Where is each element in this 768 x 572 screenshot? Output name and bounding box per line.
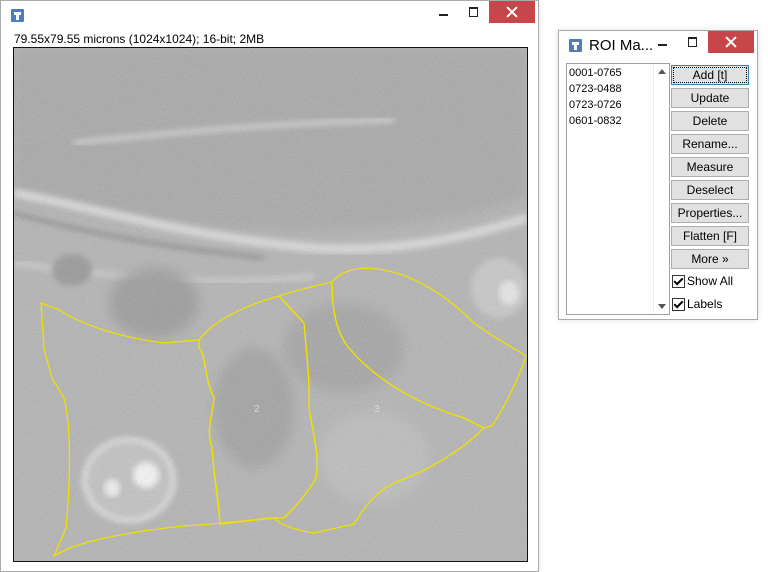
add-button[interactable]: Add [t] bbox=[671, 65, 749, 85]
image-info: 79.55x79.55 microns (1024x1024); 16-bit;… bbox=[14, 32, 265, 46]
labels-label: Labels bbox=[687, 297, 723, 311]
close-button[interactable] bbox=[489, 1, 535, 23]
roi-label-2: 2 bbox=[254, 404, 260, 415]
properties-button[interactable]: Properties... bbox=[671, 203, 749, 223]
roi-list-scrollbar[interactable] bbox=[653, 64, 669, 314]
roi-list-item[interactable]: 0723-0726 bbox=[569, 98, 622, 113]
checkbox-checked-icon[interactable] bbox=[672, 298, 685, 311]
show-all-label: Show All bbox=[687, 274, 734, 288]
rename-button[interactable]: Rename... bbox=[671, 134, 749, 154]
roi-manager-title: ROI Ma... bbox=[589, 37, 654, 54]
minimize-button[interactable] bbox=[428, 1, 460, 23]
measure-button[interactable]: Measure bbox=[671, 157, 749, 177]
image-window[interactable]: 79.55x79.55 microns (1024x1024); 16-bit;… bbox=[0, 0, 539, 572]
imagej-app-icon bbox=[11, 9, 24, 22]
roi-list-item[interactable]: 0723-0488 bbox=[569, 82, 622, 97]
close-button[interactable] bbox=[708, 31, 754, 53]
maximize-button[interactable] bbox=[458, 1, 490, 23]
roi-manager-window[interactable]: ROI Ma... 0001-0765 0723-0488 0723-0726 … bbox=[558, 30, 758, 320]
flatten-button[interactable]: Flatten [F] bbox=[671, 226, 749, 246]
scroll-down-icon[interactable] bbox=[658, 304, 666, 309]
micrograph-image[interactable]: 2 3 bbox=[14, 48, 527, 561]
update-button[interactable]: Update bbox=[671, 88, 749, 108]
image-canvas[interactable]: 2 3 bbox=[13, 47, 528, 562]
deselect-button[interactable]: Deselect bbox=[671, 180, 749, 200]
minimize-button[interactable] bbox=[647, 31, 679, 53]
roi-manager-titlebar[interactable]: ROI Ma... bbox=[559, 31, 757, 61]
checkbox-checked-icon[interactable] bbox=[672, 275, 685, 288]
roi-list[interactable]: 0001-0765 0723-0488 0723-0726 0601-0832 bbox=[566, 63, 670, 315]
roi-label-3: 3 bbox=[374, 404, 380, 415]
scroll-up-icon[interactable] bbox=[658, 69, 666, 74]
maximize-button[interactable] bbox=[677, 31, 709, 53]
image-window-titlebar[interactable] bbox=[1, 1, 538, 31]
more-button[interactable]: More » bbox=[671, 249, 749, 269]
roi-list-item[interactable]: 0001-0765 bbox=[569, 66, 622, 81]
roi-list-item[interactable]: 0601-0832 bbox=[569, 114, 622, 129]
delete-button[interactable]: Delete bbox=[671, 111, 749, 131]
imagej-app-icon bbox=[569, 39, 582, 52]
